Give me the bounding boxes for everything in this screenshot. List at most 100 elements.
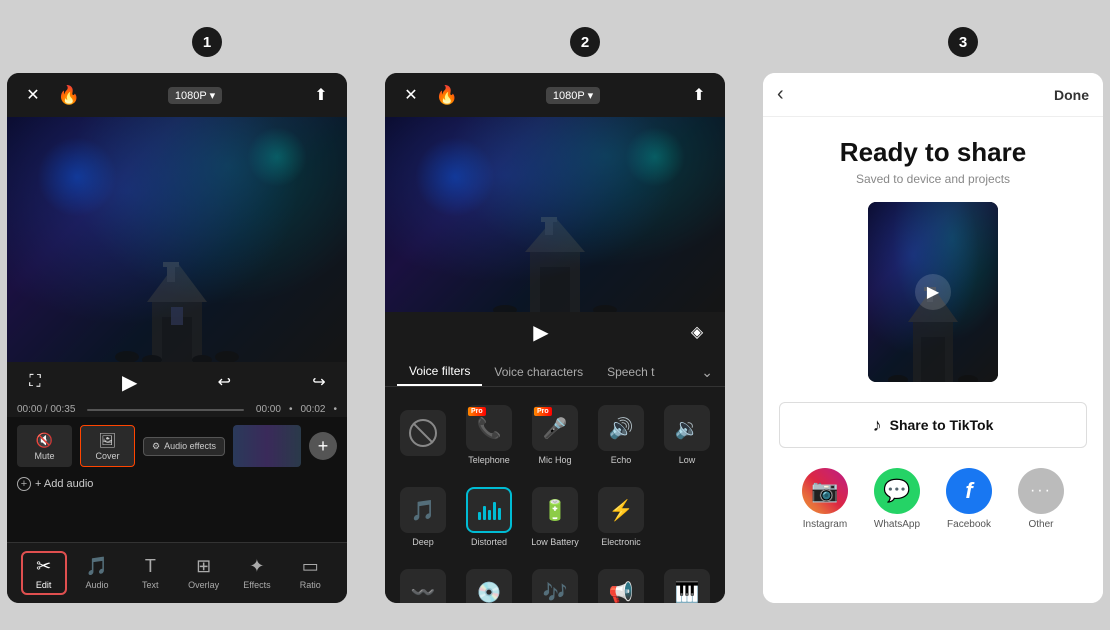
tab-speech-t[interactable]: Speech t bbox=[595, 359, 666, 385]
instagram-icon: 📷 bbox=[802, 468, 848, 514]
filter-tremble[interactable]: 〰️ Tremble bbox=[393, 561, 453, 603]
filter-echo[interactable]: 🔊 Echo bbox=[591, 397, 651, 473]
instagram-label: Instagram bbox=[803, 519, 847, 530]
tab-voice-characters[interactable]: Voice characters bbox=[482, 359, 595, 385]
share-tiktok-button[interactable]: ♪ Share to TikTok bbox=[779, 402, 1087, 448]
effects-button[interactable]: ◈ bbox=[683, 318, 711, 346]
play-button-1[interactable]: ▶ bbox=[116, 368, 144, 396]
whatsapp-share[interactable]: 💬 WhatsApp bbox=[874, 468, 920, 530]
upload-button-2[interactable]: ⬆ bbox=[685, 81, 713, 109]
toolbar-text[interactable]: T Text bbox=[127, 556, 173, 590]
no-effect-icon bbox=[400, 410, 446, 456]
video-thumbnail[interactable]: ▶ bbox=[868, 202, 998, 382]
instagram-share[interactable]: 📷 Instagram bbox=[802, 468, 848, 530]
video-preview-2 bbox=[385, 117, 725, 312]
tremble-icon: 〰️ bbox=[400, 569, 446, 603]
add-track-button[interactable]: + bbox=[309, 432, 337, 460]
pro-badge-mic-hog: Pro bbox=[534, 407, 552, 416]
deep-label: Deep bbox=[412, 537, 434, 547]
toolbar-ratio[interactable]: ▭ Ratio bbox=[287, 556, 333, 590]
telephone-label: Telephone bbox=[468, 455, 510, 465]
filter-low[interactable]: 🔉 Low bbox=[657, 397, 717, 473]
track-area: 🔇 Mute 🖼 Cover ⚙ Audio effects + + + Add… bbox=[7, 417, 347, 542]
facebook-share[interactable]: f Facebook bbox=[946, 468, 992, 530]
toolbar-overlay[interactable]: ⊞ Overlay bbox=[181, 556, 227, 590]
top-bar-1: ✕ 🔥 1080P ▾ ⬆ bbox=[7, 73, 347, 117]
video-preview-1 bbox=[7, 117, 347, 362]
cover-track[interactable]: 🖼 Cover bbox=[80, 425, 135, 467]
deep-icon: 🎵 bbox=[400, 487, 446, 533]
toolbar-edit[interactable]: ✂ Edit bbox=[21, 551, 67, 595]
lo-fi-icon: 🎶 bbox=[532, 569, 578, 603]
filter-megaphone[interactable]: 📢 Megaphone bbox=[591, 561, 651, 603]
audio-effects-badge[interactable]: ⚙ Audio effects bbox=[143, 437, 225, 456]
play-button-2[interactable]: ▶ bbox=[527, 318, 555, 346]
track-strip bbox=[233, 425, 301, 467]
time-dot-1: • bbox=[289, 404, 293, 415]
step-3-circle: 3 bbox=[948, 27, 978, 57]
tab-voice-filters[interactable]: Voice filters bbox=[397, 358, 482, 386]
low-battery-label: Low Battery bbox=[531, 537, 579, 547]
social-share-row: 📷 Instagram 💬 WhatsApp f Facebook ··· Ot… bbox=[779, 468, 1087, 530]
filter-empty bbox=[657, 479, 717, 555]
facebook-label: Facebook bbox=[947, 519, 991, 530]
back-button[interactable]: ‹ bbox=[777, 83, 784, 106]
toolbar-audio[interactable]: 🎵 Audio bbox=[74, 556, 120, 590]
upload-button-1[interactable]: ⬆ bbox=[307, 81, 335, 109]
filter-lo-fi[interactable]: 🎶 Lo-Fi bbox=[525, 561, 585, 603]
saved-subtitle: Saved to device and projects bbox=[856, 172, 1010, 186]
share-done-button[interactable]: Done bbox=[1054, 87, 1089, 103]
electronic-icon: ⚡ bbox=[598, 487, 644, 533]
filter-low-battery[interactable]: 🔋 Low Battery bbox=[525, 479, 585, 555]
distorted-icon bbox=[466, 487, 512, 533]
resolution-badge-2[interactable]: 1080P ▾ bbox=[546, 87, 600, 104]
screen-edit: ✕ 🔥 1080P ▾ ⬆ bbox=[7, 73, 347, 603]
low-battery-icon: 🔋 bbox=[532, 487, 578, 533]
filter-telephone[interactable]: Pro 📞 Telephone bbox=[459, 397, 519, 473]
filter-synth[interactable]: 🎹 Synth bbox=[657, 561, 717, 603]
close-button-1[interactable]: ✕ bbox=[19, 81, 47, 109]
add-audio-button[interactable]: + + Add audio bbox=[17, 473, 337, 495]
close-button-2[interactable]: ✕ bbox=[397, 81, 425, 109]
synth-icon: 🎹 bbox=[664, 569, 710, 603]
other-share[interactable]: ··· Other bbox=[1018, 468, 1064, 530]
flame-icon-2: 🔥 bbox=[433, 81, 461, 109]
low-icon: 🔉 bbox=[664, 405, 710, 451]
current-time: 00:00 / 00:35 bbox=[17, 404, 75, 415]
tabs-chevron[interactable]: ⌄ bbox=[701, 364, 713, 381]
other-icon: ··· bbox=[1018, 468, 1064, 514]
screen-share: ‹ Done Ready to share Saved to device an… bbox=[763, 73, 1103, 603]
filter-distorted[interactable]: Distorted bbox=[459, 479, 519, 555]
controls-row-2: ▶ ◈ bbox=[385, 312, 725, 352]
filter-deep[interactable]: 🎵 Deep bbox=[393, 479, 453, 555]
filter-none[interactable] bbox=[393, 397, 453, 473]
fullscreen-button[interactable]: ⛶ bbox=[21, 368, 49, 396]
empty-icon bbox=[664, 492, 710, 538]
mute-track[interactable]: 🔇 Mute bbox=[17, 425, 72, 467]
step-1-circle: 1 bbox=[192, 27, 222, 57]
timeline-row-1: 00:00 / 00:35 00:00 • 00:02 • bbox=[7, 402, 347, 417]
share-content: Ready to share Saved to device and proje… bbox=[763, 117, 1103, 603]
electronic-label: Electronic bbox=[601, 537, 641, 547]
filter-mic-hog[interactable]: Pro 🎤 Mic Hog bbox=[525, 397, 585, 473]
time-marker-3: 00:02 bbox=[300, 404, 325, 415]
mic-hog-label: Mic Hog bbox=[538, 455, 571, 465]
toolbar-effects[interactable]: ✦ Effects bbox=[234, 556, 280, 590]
filter-vinyl[interactable]: 💿 Vinyl bbox=[459, 561, 519, 603]
resolution-badge-1[interactable]: 1080P ▾ bbox=[168, 87, 222, 104]
facebook-icon: f bbox=[946, 468, 992, 514]
mic-hog-icon: Pro 🎤 bbox=[532, 405, 578, 451]
filter-electronic[interactable]: ⚡ Electronic bbox=[591, 479, 651, 555]
other-label: Other bbox=[1028, 519, 1053, 530]
whatsapp-icon: 💬 bbox=[874, 468, 920, 514]
controls-row-1: ⛶ ▶ ↩ ↪ bbox=[7, 362, 347, 402]
time-marker-2: 00:00 bbox=[256, 404, 281, 415]
time-dot-2: • bbox=[333, 404, 337, 415]
redo-button[interactable]: ↪ bbox=[305, 368, 333, 396]
echo-label: Echo bbox=[611, 455, 632, 465]
megaphone-icon: 📢 bbox=[598, 569, 644, 603]
tiktok-logo: ♪ bbox=[873, 415, 882, 436]
voice-filter-tabs: Voice filters Voice characters Speech t … bbox=[385, 352, 725, 387]
low-label: Low bbox=[679, 455, 696, 465]
undo-button[interactable]: ↩ bbox=[210, 368, 238, 396]
